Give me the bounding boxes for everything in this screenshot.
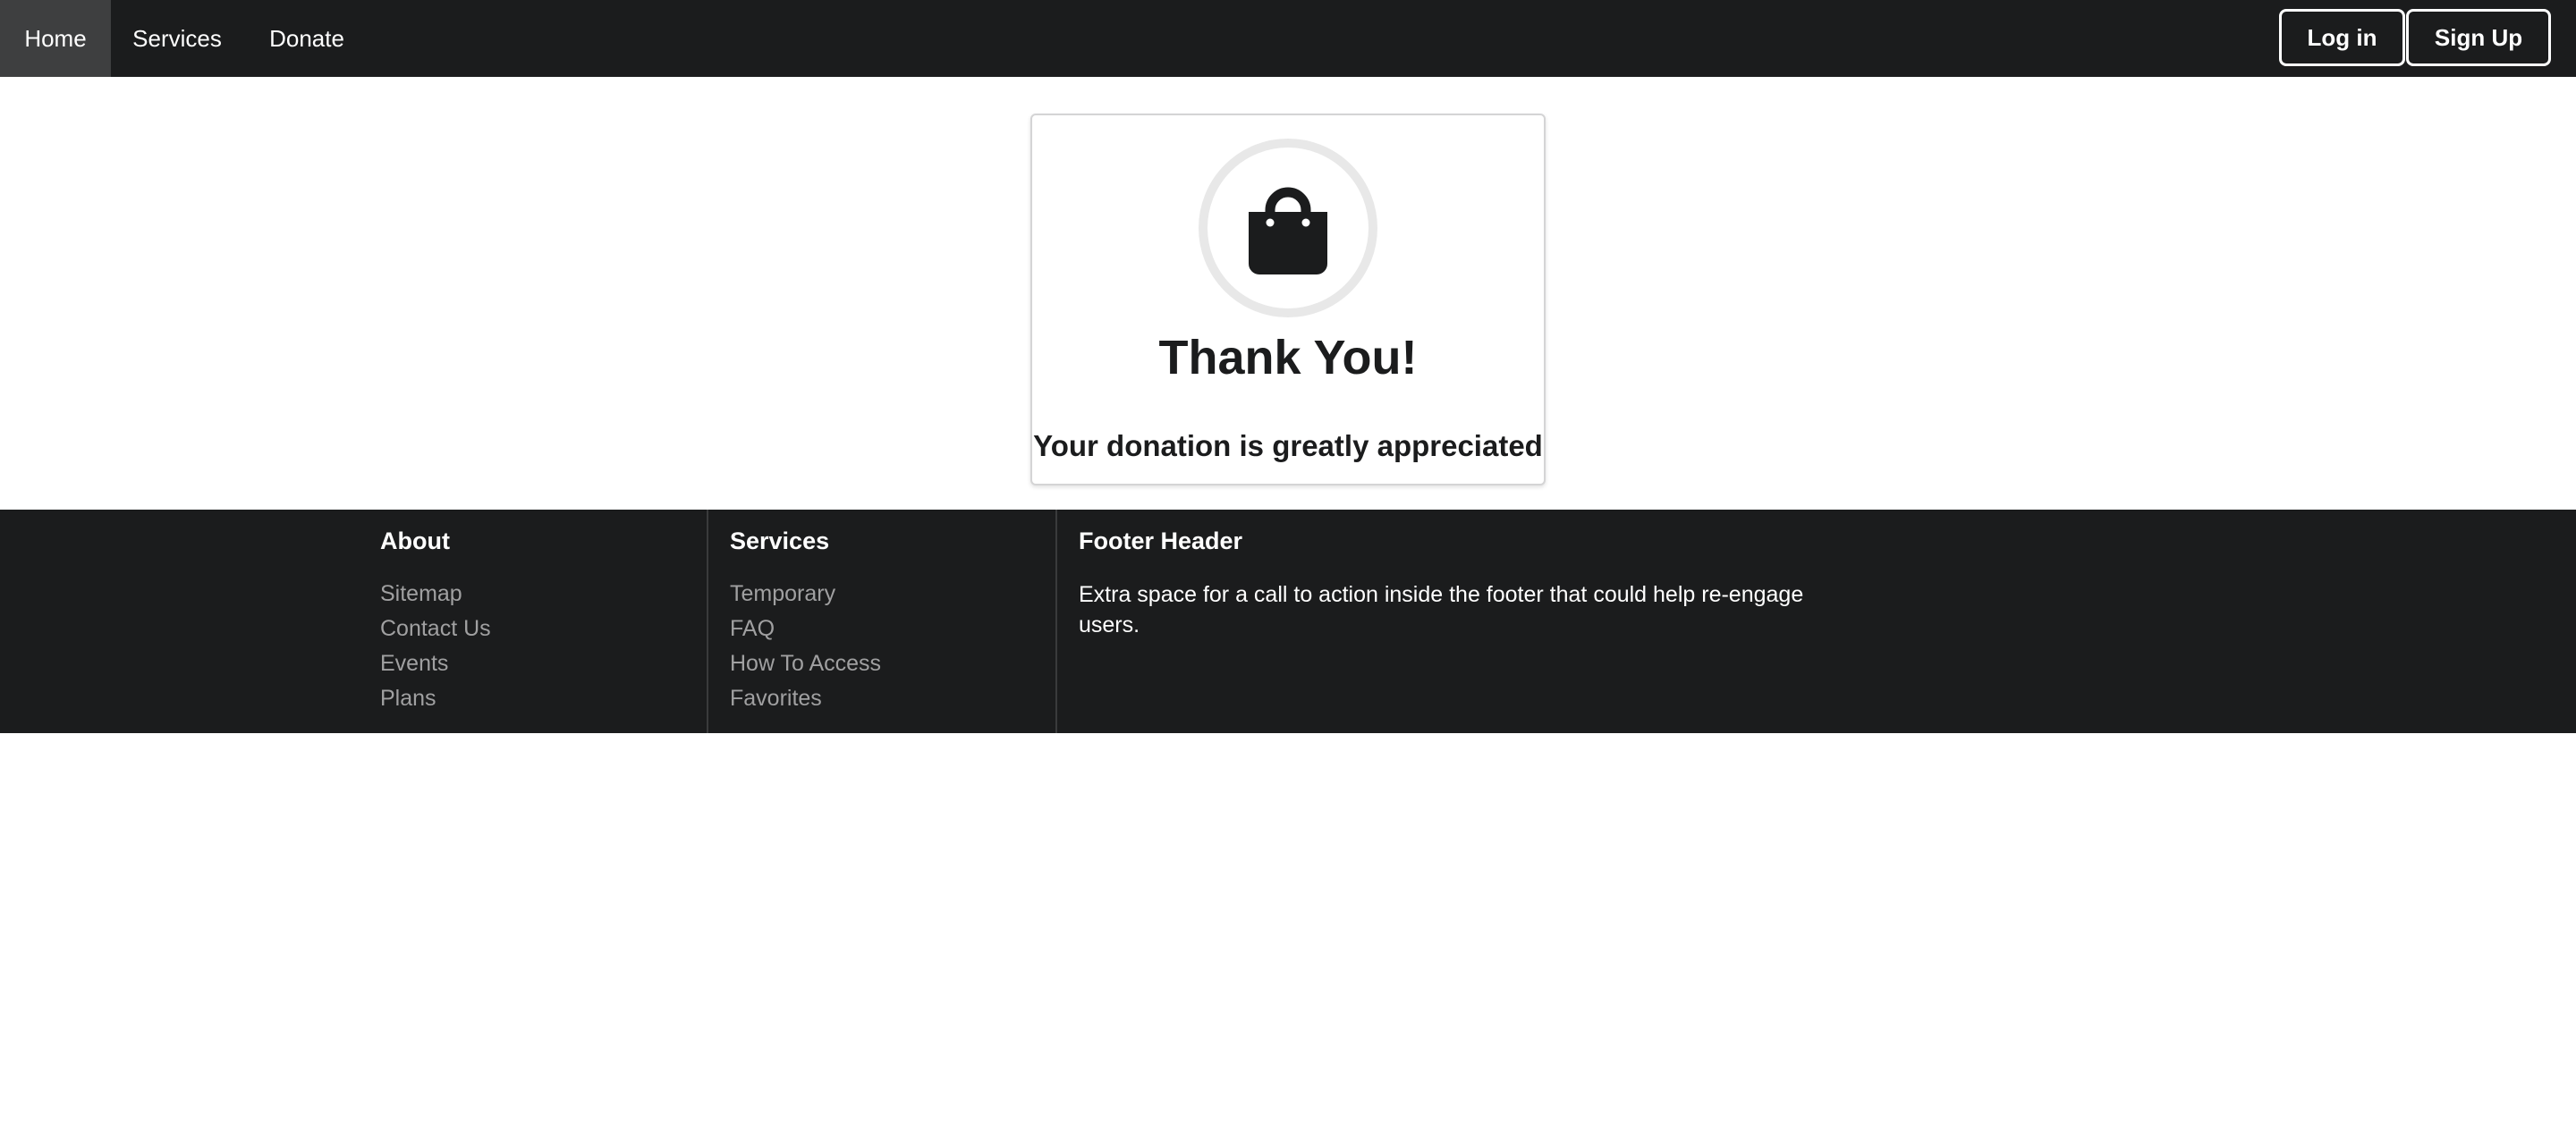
footer-column-about: About Sitemap Contact Us Events Plans — [380, 510, 707, 733]
footer-header-cta: Footer Header — [1079, 528, 1243, 554]
footer-link-events[interactable]: Events — [380, 646, 491, 681]
footer-cta-text: Extra space for a call to action inside … — [1079, 582, 1804, 637]
footer-link-favorites[interactable]: Favorites — [730, 681, 881, 716]
signup-button[interactable]: Sign Up — [2406, 9, 2551, 66]
footer-link-faq[interactable]: FAQ — [730, 612, 881, 646]
nav-item-services[interactable]: Services — [111, 0, 243, 77]
footer-link-plans[interactable]: Plans — [380, 681, 491, 716]
footer-link-temporary[interactable]: Temporary — [730, 577, 881, 612]
footer-column-services: Services Temporary FAQ How To Access Fav… — [707, 510, 1057, 733]
donation-message: Your donation is greatly appreciated — [1033, 429, 1543, 462]
footer: About Sitemap Contact Us Events Plans Se… — [0, 510, 2576, 733]
footer-header-services: Services — [730, 528, 830, 554]
shopping-bag-icon — [1249, 187, 1327, 274]
nav-item-donate[interactable]: Donate — [243, 0, 370, 77]
top-nav: Home Services Donate Log in Sign Up — [0, 0, 2576, 77]
icon-circle — [1199, 139, 1377, 317]
footer-link-sitemap[interactable]: Sitemap — [380, 577, 491, 612]
login-button[interactable]: Log in — [2279, 9, 2405, 66]
thank-you-card: Thank You! Your donation is greatly appr… — [1030, 114, 1546, 485]
nav-item-home[interactable]: Home — [0, 0, 111, 77]
thank-you-title: Thank You! — [1158, 331, 1418, 384]
footer-header-about: About — [380, 528, 450, 554]
footer-link-how-to-access[interactable]: How To Access — [730, 646, 881, 681]
footer-column-cta: Footer Header Extra space for a call to … — [1055, 510, 1862, 733]
footer-links-services: Temporary FAQ How To Access Favorites — [730, 577, 881, 716]
footer-link-contact-us[interactable]: Contact Us — [380, 612, 491, 646]
footer-links-about: Sitemap Contact Us Events Plans — [380, 577, 491, 716]
